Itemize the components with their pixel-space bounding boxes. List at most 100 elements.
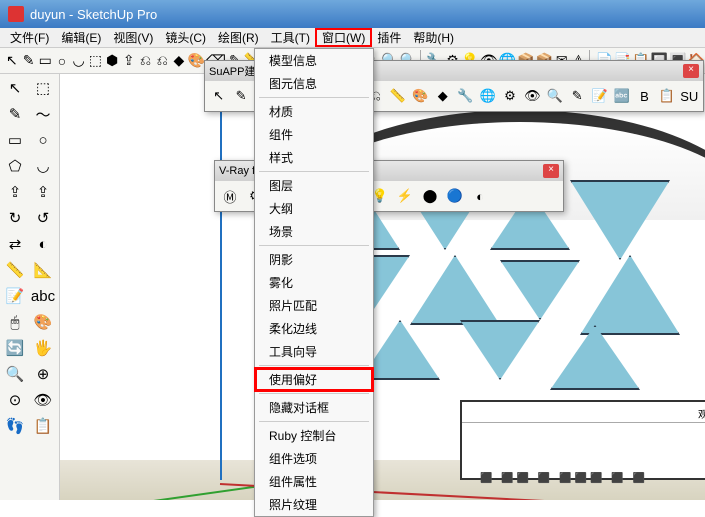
- menu-item[interactable]: 照片匹配: [255, 294, 373, 317]
- tool-button[interactable]: ↖: [2, 76, 28, 100]
- tool-button[interactable]: 🔍: [2, 362, 28, 386]
- close-icon[interactable]: ×: [543, 164, 559, 178]
- tool-button[interactable]: 〜: [30, 102, 56, 126]
- tool-button[interactable]: 🎨: [30, 310, 56, 334]
- toolbar-button[interactable]: ↖: [4, 50, 20, 72]
- toolbar-button[interactable]: ⎌: [154, 50, 170, 72]
- menu-item[interactable]: 照片纹理: [255, 493, 373, 516]
- toolbar-button[interactable]: ⬚: [88, 50, 104, 72]
- toolbar-button[interactable]: 👁: [523, 85, 542, 107]
- tool-button[interactable]: ⇪: [30, 180, 56, 204]
- tool-button[interactable]: 📋: [30, 414, 56, 438]
- menu-divider: [259, 421, 369, 422]
- menu-item[interactable]: 工具向导: [255, 340, 373, 363]
- tool-button[interactable]: ⬚: [30, 76, 56, 100]
- toolbar-button[interactable]: 🔵: [444, 185, 466, 207]
- toolbar-button[interactable]: ◆: [433, 85, 452, 107]
- toolbar-button[interactable]: ⬢: [104, 50, 120, 72]
- toolbar-button[interactable]: ✎: [21, 50, 37, 72]
- toolbar-button[interactable]: ▭: [37, 50, 53, 72]
- tool-button[interactable]: 📝: [2, 284, 28, 308]
- toolbar-button[interactable]: 🌐: [478, 85, 497, 107]
- tool-button[interactable]: ⬠: [2, 154, 28, 178]
- tool-button[interactable]: 🔄: [2, 336, 28, 360]
- menu-divider: [259, 365, 369, 366]
- toolbar-button[interactable]: ◡: [71, 50, 87, 72]
- tool-button[interactable]: 👁: [30, 388, 56, 412]
- toolbar-button[interactable]: 🎨: [411, 85, 430, 107]
- viewport-3d[interactable]: 观年入口 ⬛ ⬛⬛ ⬛ ⬛⬛⬛ ⬛ ⬛: [60, 74, 705, 500]
- menu-item[interactable]: 大纲: [255, 197, 373, 220]
- toolbar-button[interactable]: 🎨: [188, 50, 205, 72]
- toolbar-button[interactable]: ⚙: [500, 85, 519, 107]
- toolbar-button[interactable]: ⇪: [121, 50, 137, 72]
- menu-item[interactable]: 绘图(R): [212, 29, 265, 46]
- menu-item[interactable]: Ruby 控制台: [255, 424, 373, 447]
- toolbar-button[interactable]: ✎: [231, 85, 250, 107]
- menu-item[interactable]: 工具(T): [265, 29, 316, 46]
- menubar[interactable]: 文件(F)编辑(E)视图(V)镜头(C)绘图(R)工具(T)窗口(W)插件帮助(…: [0, 28, 705, 48]
- menu-item[interactable]: 样式: [255, 146, 373, 169]
- menu-item[interactable]: 插件: [371, 29, 407, 46]
- tool-button[interactable]: ◡: [30, 154, 56, 178]
- menu-item[interactable]: 帮助(H): [407, 29, 460, 46]
- toolbar-button[interactable]: 🔤: [612, 85, 631, 107]
- tool-button[interactable]: ✎: [2, 102, 28, 126]
- tool-button[interactable]: ⊕: [30, 362, 56, 386]
- menu-item[interactable]: 模型信息: [255, 49, 373, 72]
- tool-button[interactable]: ○: [30, 128, 56, 152]
- menu-item[interactable]: 窗口(W): [316, 29, 371, 46]
- menu-item[interactable]: 图层: [255, 174, 373, 197]
- menu-item[interactable]: 隐藏对话框: [255, 396, 373, 419]
- menu-item[interactable]: 雾化: [255, 271, 373, 294]
- tool-button[interactable]: ↺: [30, 206, 56, 230]
- menu-item[interactable]: 组件属性: [255, 470, 373, 493]
- toolbar-button[interactable]: ⎌: [138, 50, 154, 72]
- menu-item[interactable]: 编辑(E): [55, 29, 107, 46]
- menu-item[interactable]: 文件(F): [4, 29, 55, 46]
- window-menu-dropdown: 模型信息图元信息材质组件样式图层大纲场景阴影雾化照片匹配柔化边线工具向导使用偏好…: [254, 48, 374, 517]
- tool-button[interactable]: abc: [30, 284, 56, 308]
- menu-item[interactable]: 柔化边线: [255, 317, 373, 340]
- suapp-title: SuAPP建: [209, 63, 255, 79]
- menu-item[interactable]: 图元信息: [255, 72, 373, 95]
- toolbar-button[interactable]: ✎: [568, 85, 587, 107]
- close-icon[interactable]: ×: [683, 64, 699, 78]
- tool-button[interactable]: ◐: [30, 232, 56, 256]
- toolbar-button[interactable]: ○: [54, 50, 70, 72]
- toolbar-button[interactable]: ◆: [171, 50, 187, 72]
- toolbar-button[interactable]: 📝: [590, 85, 609, 107]
- tool-button[interactable]: 👣: [2, 414, 28, 438]
- menu-item[interactable]: 使用偏好: [255, 368, 373, 391]
- toolbar-button[interactable]: 📋: [657, 85, 676, 107]
- toolbar-button[interactable]: ⚡: [394, 185, 416, 207]
- toolbar-button[interactable]: ⬤: [419, 185, 441, 207]
- tool-button[interactable]: ⇪: [2, 180, 28, 204]
- tool-button[interactable]: 📏: [2, 258, 28, 282]
- menu-item[interactable]: 阴影: [255, 248, 373, 271]
- toolbar-button[interactable]: 🔍: [545, 85, 564, 107]
- toolbar-button[interactable]: Ⓜ: [219, 185, 241, 207]
- tool-button[interactable]: ⇄: [2, 232, 28, 256]
- toolbar-button[interactable]: 🔧: [455, 85, 474, 107]
- window-title: duyun - SketchUp Pro: [30, 7, 157, 22]
- menu-item[interactable]: 组件选项: [255, 447, 373, 470]
- menu-item[interactable]: 视图(V): [107, 29, 159, 46]
- tool-button[interactable]: 🖱: [2, 310, 28, 334]
- toolbar-button[interactable]: ◐: [469, 185, 491, 207]
- toolbar-button[interactable]: SU: [680, 85, 699, 107]
- menu-divider: [259, 393, 369, 394]
- toolbar-button[interactable]: ↖: [209, 85, 228, 107]
- tool-button[interactable]: ▭: [2, 128, 28, 152]
- toolbar-button[interactable]: B: [635, 85, 654, 107]
- tool-button[interactable]: 📐: [30, 258, 56, 282]
- toolbar-button[interactable]: 📏: [388, 85, 407, 107]
- tool-button[interactable]: 🖐: [30, 336, 56, 360]
- menu-item[interactable]: 材质: [255, 100, 373, 123]
- menu-divider: [259, 245, 369, 246]
- menu-item[interactable]: 组件: [255, 123, 373, 146]
- menu-item[interactable]: 镜头(C): [159, 29, 212, 46]
- menu-item[interactable]: 场景: [255, 220, 373, 243]
- tool-button[interactable]: ↻: [2, 206, 28, 230]
- tool-button[interactable]: ⊙: [2, 388, 28, 412]
